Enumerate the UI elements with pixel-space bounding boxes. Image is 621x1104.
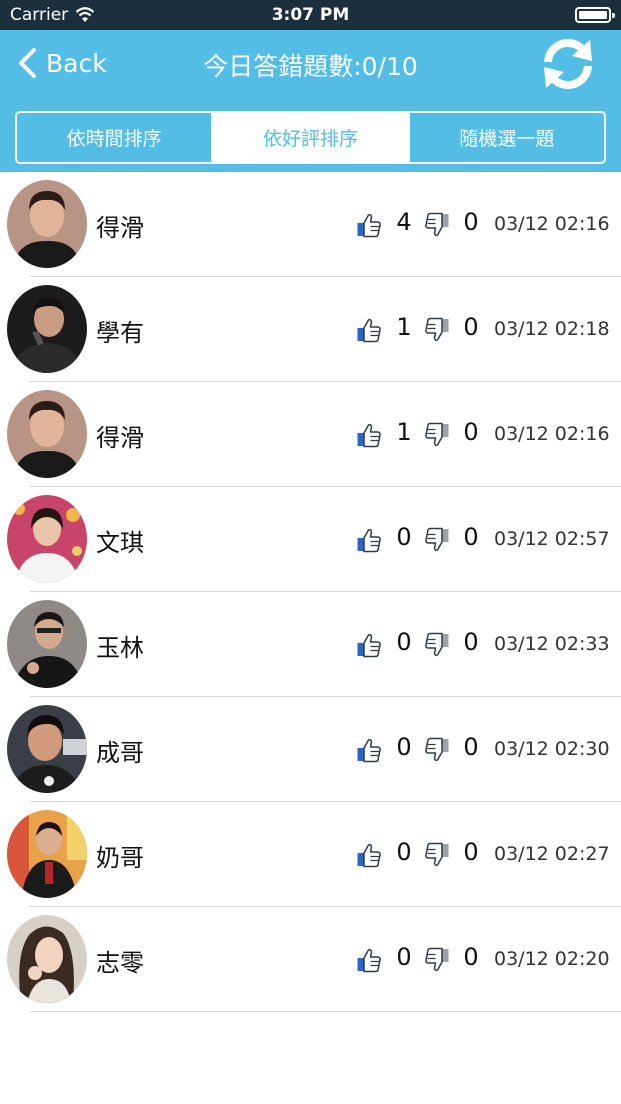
thumbs-up-icon[interactable] bbox=[356, 632, 382, 658]
battery-icon bbox=[575, 7, 615, 23]
timestamp: 03/12 02:20 bbox=[494, 948, 610, 970]
item-name: 得滑 bbox=[96, 214, 144, 242]
dislike-count: 0 bbox=[463, 838, 479, 866]
question-list: 得滑 4 0 03/12 02:16 學有 1 0 03/12 02:18 得滑… bbox=[0, 172, 621, 1012]
list-item[interactable]: 奶哥 0 0 03/12 02:27 bbox=[0, 802, 621, 907]
item-name: 奶哥 bbox=[96, 844, 144, 872]
timestamp: 03/12 02:30 bbox=[494, 738, 610, 760]
list-item[interactable]: 玉林 0 0 03/12 02:33 bbox=[0, 592, 621, 697]
page-title: 今日答錯題數:0/10 bbox=[203, 52, 418, 81]
avatar bbox=[7, 600, 87, 688]
like-count: 0 bbox=[396, 838, 412, 866]
avatar bbox=[7, 390, 87, 478]
timestamp: 03/12 02:16 bbox=[494, 423, 610, 445]
like-count: 0 bbox=[396, 628, 412, 656]
like-count: 1 bbox=[396, 418, 412, 446]
timestamp: 03/12 02:18 bbox=[494, 318, 610, 340]
thumbs-down-icon[interactable] bbox=[424, 947, 450, 973]
avatar bbox=[7, 810, 87, 898]
thumbs-down-icon[interactable] bbox=[424, 737, 450, 763]
list-item[interactable]: 志零 0 0 03/12 02:20 bbox=[0, 907, 621, 1012]
like-count: 1 bbox=[396, 313, 412, 341]
dislike-count: 0 bbox=[463, 628, 479, 656]
status-time: 3:07 PM bbox=[271, 5, 350, 25]
avatar bbox=[7, 495, 87, 583]
refresh-icon[interactable] bbox=[538, 34, 598, 94]
like-count: 0 bbox=[396, 943, 412, 971]
segment-sort-by-rating[interactable]: 依好評排序 bbox=[213, 113, 410, 162]
like-count: 0 bbox=[396, 523, 412, 551]
like-count: 0 bbox=[396, 733, 412, 761]
segment-random-question[interactable]: 隨機選一題 bbox=[410, 113, 604, 162]
status-bar: Carrier 3:07 PM bbox=[0, 0, 621, 30]
list-item[interactable]: 成哥 0 0 03/12 02:30 bbox=[0, 697, 621, 802]
timestamp: 03/12 02:57 bbox=[494, 528, 610, 550]
item-name: 玉林 bbox=[96, 634, 144, 662]
sort-segmented-control: 依時間排序 依好評排序 隨機選一題 bbox=[15, 111, 606, 164]
thumbs-up-icon[interactable] bbox=[356, 422, 382, 448]
avatar bbox=[7, 180, 87, 268]
thumbs-up-icon[interactable] bbox=[356, 842, 382, 868]
dislike-count: 0 bbox=[463, 733, 479, 761]
item-name: 成哥 bbox=[96, 739, 144, 767]
dislike-count: 0 bbox=[463, 523, 479, 551]
timestamp: 03/12 02:27 bbox=[494, 843, 610, 865]
list-item[interactable]: 得滑 1 0 03/12 02:16 bbox=[0, 382, 621, 487]
thumbs-up-icon[interactable] bbox=[356, 527, 382, 553]
list-item[interactable]: 得滑 4 0 03/12 02:16 bbox=[0, 172, 621, 277]
thumbs-up-icon[interactable] bbox=[356, 317, 382, 343]
dislike-count: 0 bbox=[463, 943, 479, 971]
dislike-count: 0 bbox=[463, 418, 479, 446]
thumbs-down-icon[interactable] bbox=[424, 317, 450, 343]
dislike-count: 0 bbox=[463, 208, 479, 236]
list-item[interactable]: 學有 1 0 03/12 02:18 bbox=[0, 277, 621, 382]
item-name: 志零 bbox=[96, 949, 144, 977]
thumbs-down-icon[interactable] bbox=[424, 422, 450, 448]
avatar bbox=[7, 915, 87, 1003]
item-name: 文琪 bbox=[96, 529, 144, 557]
avatar bbox=[7, 705, 87, 793]
thumbs-down-icon[interactable] bbox=[424, 632, 450, 658]
thumbs-down-icon[interactable] bbox=[424, 527, 450, 553]
thumbs-up-icon[interactable] bbox=[356, 212, 382, 238]
item-name: 學有 bbox=[96, 319, 144, 347]
thumbs-down-icon[interactable] bbox=[424, 842, 450, 868]
segment-sort-by-time[interactable]: 依時間排序 bbox=[17, 113, 214, 162]
navigation-bar: Back 今日答錯題數:0/10 依時間排序 依好評排序 隨機選一題 bbox=[0, 30, 621, 172]
dislike-count: 0 bbox=[463, 313, 479, 341]
thumbs-down-icon[interactable] bbox=[424, 212, 450, 238]
like-count: 4 bbox=[396, 208, 412, 236]
list-item[interactable]: 文琪 0 0 03/12 02:57 bbox=[0, 487, 621, 592]
avatar bbox=[7, 285, 87, 373]
item-name: 得滑 bbox=[96, 424, 144, 452]
timestamp: 03/12 02:16 bbox=[494, 213, 610, 235]
timestamp: 03/12 02:33 bbox=[494, 633, 610, 655]
thumbs-up-icon[interactable] bbox=[356, 947, 382, 973]
thumbs-up-icon[interactable] bbox=[356, 737, 382, 763]
